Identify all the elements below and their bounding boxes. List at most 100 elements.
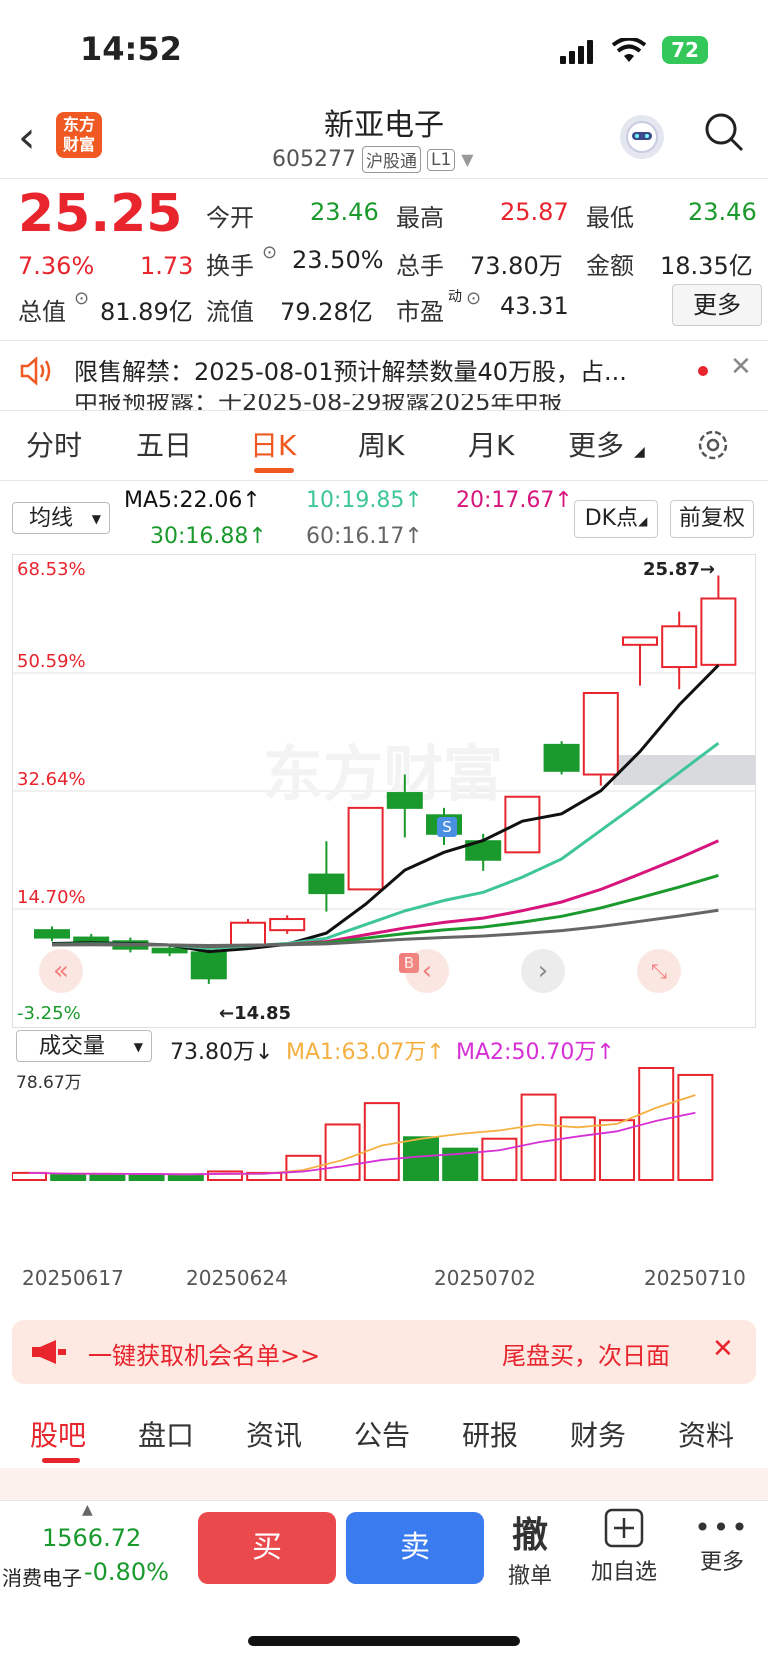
tab-indicator (42, 1458, 80, 1463)
search-icon[interactable] (704, 112, 744, 152)
expand-icon[interactable]: ▲ (82, 1502, 93, 1518)
close-icon[interactable]: ✕ (730, 352, 752, 382)
candle-body (73, 936, 110, 943)
tab-daily-k[interactable]: 日K (250, 424, 296, 464)
y-label-top: 68.53% (17, 559, 86, 580)
candle-body (622, 636, 658, 646)
float-label: 流值 (206, 298, 254, 326)
info-icon[interactable]: ⊙ (466, 288, 481, 309)
sell-signal[interactable]: S (437, 817, 457, 837)
ma10-value: 10:19.85↑ (306, 488, 423, 513)
volume-chart[interactable]: 78.67万 (12, 1060, 756, 1258)
tab-intraday[interactable]: 分时 (26, 424, 82, 464)
high-value: 25.87 (500, 198, 569, 226)
gear-icon[interactable] (696, 428, 730, 462)
dk-point-button[interactable]: DK点◢ (574, 500, 658, 538)
tab-more[interactable]: 更多 (568, 424, 624, 464)
high-label: 最高 (396, 204, 444, 232)
adjust-button[interactable]: 前复权 (670, 500, 754, 538)
info-icon[interactable]: ⊙ (74, 288, 89, 309)
more-button[interactable]: ••• 更多 (694, 1512, 750, 1576)
volume-bar (128, 1173, 165, 1182)
y-label: 32.64% (17, 769, 86, 790)
candle-body (543, 743, 580, 772)
promo-banner[interactable]: 一键获取机会名单>> 尾盘买，次日面 ✕ (12, 1320, 756, 1384)
assistant-robot-icon[interactable] (620, 115, 664, 159)
candle-body (504, 795, 541, 854)
high-marker: 25.87→ (643, 559, 716, 580)
cancel-order-button[interactable]: 撤 撤单 (502, 1506, 558, 1590)
add-watchlist-button[interactable]: 加自选 (588, 1508, 660, 1586)
more-dots-icon: ••• (694, 1511, 750, 1544)
volume-bar (324, 1123, 361, 1181)
tab-news[interactable]: 资讯 (246, 1414, 302, 1454)
amount-value: 18.35亿 (660, 252, 753, 280)
tab-weekly-k[interactable]: 周K (358, 424, 404, 464)
tab-pankou[interactable]: 盘口 (138, 1414, 194, 1454)
y-label: 14.70% (17, 887, 86, 908)
buy-button[interactable]: 买 (198, 1512, 336, 1584)
turnover-label: 换手 (206, 252, 254, 280)
ma5-value: MA5:22.06↑ (124, 488, 261, 513)
index-value[interactable]: 1566.72 (42, 1524, 141, 1552)
volume-bar (677, 1073, 714, 1181)
stock-code: 605277 (272, 147, 356, 172)
ma20-line (51, 839, 720, 949)
candle-body (347, 806, 384, 891)
date-label: 20250702 (434, 1266, 536, 1290)
scroll-left-fast-icon[interactable]: « (39, 949, 83, 993)
open-label: 今开 (206, 204, 254, 232)
tab-indicator (254, 468, 294, 473)
ma60-line (51, 908, 719, 948)
candle-body (661, 625, 698, 669)
sell-button[interactable]: 卖 (346, 1512, 484, 1584)
tab-guba[interactable]: 股吧 (30, 1414, 86, 1454)
tab-finance[interactable]: 财务 (570, 1414, 626, 1454)
candle-body (190, 951, 227, 980)
battery-icon: 72 (662, 36, 708, 64)
float-value: 79.28亿 (280, 298, 373, 326)
candlestick-chart[interactable]: 东方财富 68.53% 50.59% 32.64% 14.70% -3.25% … (12, 554, 756, 1028)
open-value: 23.46 (310, 198, 379, 226)
date-label: 20250624 (186, 1266, 288, 1290)
notice-text-next: 中报预披露：于2025-08-29披露2025年中报 (74, 394, 563, 410)
current-price: 25.25 (18, 184, 183, 244)
scroll-left-icon[interactable]: ‹ (405, 949, 449, 993)
speaker-icon (20, 356, 51, 386)
index-name[interactable]: 消费电子 (2, 1562, 82, 1591)
home-indicator (248, 1636, 520, 1646)
pe-superscript: 动 (448, 289, 462, 305)
low-marker: ←14.85 (219, 1003, 292, 1024)
scroll-right-icon[interactable]: › (521, 949, 565, 993)
info-icon[interactable]: ⊙ (262, 242, 277, 263)
notice-bar[interactable]: 限售解禁：2025-08-01预计解禁数量40万股，占... 中报预披露：于20… (0, 342, 768, 410)
cancel-icon: 撤 (511, 1515, 548, 1556)
change-pct: 7.36% (18, 252, 95, 280)
ma20-value: 20:17.67↑ (456, 488, 573, 513)
status-bar: 14:52 72 (0, 0, 768, 96)
fullscreen-icon[interactable]: ⤡ (637, 949, 681, 993)
ma-selector[interactable]: 均线 ▼ (12, 502, 110, 534)
date-label: 20250617 (22, 1266, 124, 1290)
more-quote-button[interactable]: 更多 (672, 284, 762, 326)
banner-text: 一键获取机会名单>> (88, 1342, 321, 1370)
candle-body (386, 792, 423, 809)
status-time: 14:52 (80, 30, 182, 68)
tab-monthly-k[interactable]: 月K (468, 424, 514, 464)
volume-bar (207, 1170, 243, 1182)
tab-profile[interactable]: 资料 (678, 1414, 734, 1454)
amount-label: 金额 (586, 252, 634, 280)
watermark: 东方财富 (263, 740, 503, 810)
megaphone-icon (32, 1340, 66, 1364)
candle-body (700, 597, 737, 666)
volume-selector[interactable]: 成交量 ▼ (16, 1030, 152, 1062)
candle-body (308, 873, 345, 895)
close-icon[interactable]: ✕ (712, 1334, 734, 1364)
add-icon (604, 1508, 644, 1548)
tab-5day[interactable]: 五日 (136, 424, 192, 464)
change-value: 1.73 (140, 252, 194, 280)
volume-bar (403, 1136, 439, 1182)
tab-research[interactable]: 研报 (462, 1414, 518, 1454)
stock-code-row[interactable]: 605277 沪股通 L1 ▼ (272, 146, 474, 173)
tab-announcement[interactable]: 公告 (354, 1414, 410, 1454)
